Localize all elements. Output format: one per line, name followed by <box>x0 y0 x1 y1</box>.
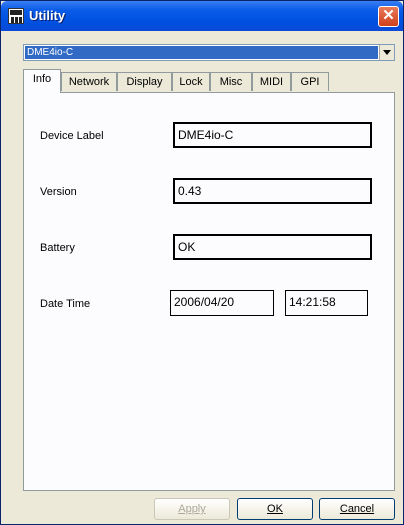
tab-lock[interactable]: Lock <box>172 72 210 91</box>
tab-gpi[interactable]: GPI <box>291 72 329 91</box>
apply-button-label: Apply <box>178 503 206 515</box>
version-label: Version <box>40 186 77 198</box>
utility-window: Utility ✕ DME4io-C Info Network Display … <box>0 0 404 525</box>
title-bar[interactable]: Utility ✕ <box>1 1 403 31</box>
tab-info[interactable]: Info <box>23 69 61 93</box>
ok-button-label: OK <box>267 503 283 515</box>
info-panel: Device Label DME4io-C Version 0.43 Batte… <box>23 92 395 491</box>
version-field: 0.43 <box>173 178 372 204</box>
apply-button[interactable]: Apply <box>154 498 230 520</box>
date-time-label: Date Time <box>40 298 91 310</box>
battery-label: Battery <box>40 242 75 254</box>
tab-midi[interactable]: MIDI <box>252 72 291 91</box>
ok-button[interactable]: OK <box>237 498 313 520</box>
device-label-label: Device Label <box>40 130 104 142</box>
cancel-button[interactable]: Cancel <box>319 498 395 520</box>
tab-display[interactable]: Display <box>117 72 172 91</box>
battery-field: OK <box>173 234 372 260</box>
device-select-value: DME4io-C <box>25 46 378 59</box>
close-icon[interactable]: ✕ <box>378 6 399 27</box>
tab-network[interactable]: Network <box>61 72 117 91</box>
cancel-button-label: Cancel <box>339 503 375 515</box>
time-field: 14:21:58 <box>285 290 368 316</box>
device-select[interactable]: DME4io-C <box>23 44 395 61</box>
dme-app-icon <box>8 8 24 24</box>
date-field: 2006/04/20 <box>170 290 274 316</box>
chevron-down-icon[interactable] <box>379 45 394 60</box>
tab-misc[interactable]: Misc <box>210 72 252 91</box>
device-label-field[interactable]: DME4io-C <box>173 122 372 148</box>
window-title: Utility <box>29 8 66 23</box>
